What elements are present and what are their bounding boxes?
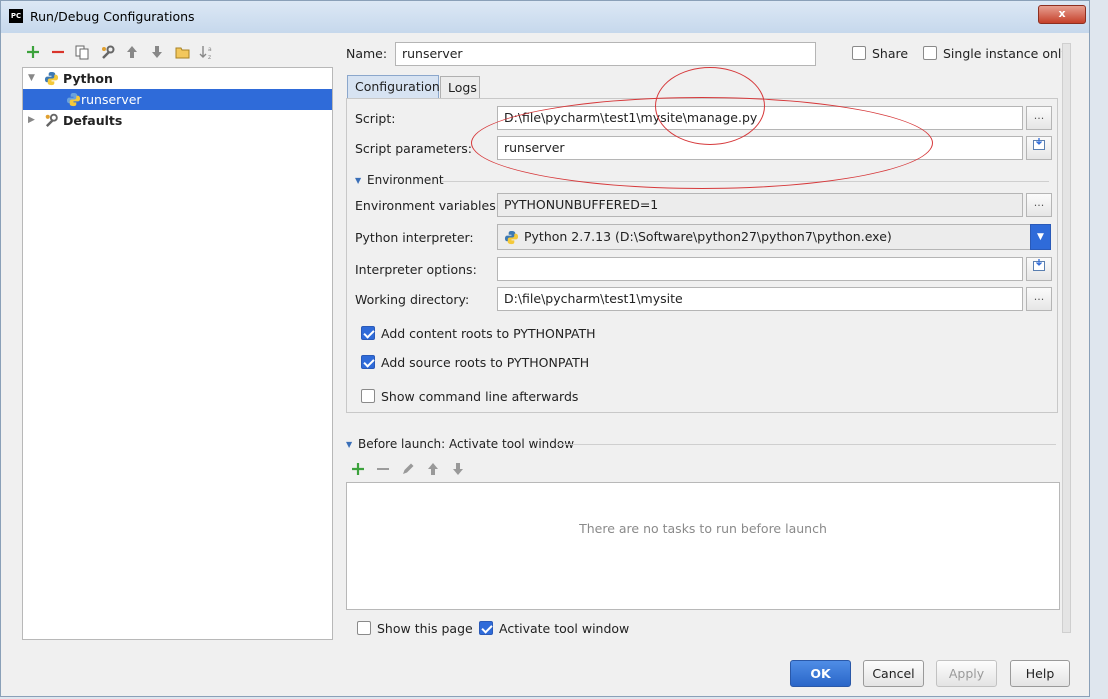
tree-node-runserver[interactable]: runserver — [23, 89, 332, 110]
move-up-icon[interactable] — [124, 44, 140, 60]
wrench-icon — [45, 113, 58, 127]
move-down-icon[interactable] — [149, 44, 165, 60]
section-divider — [441, 181, 1049, 182]
python-interpreter-label: Python interpreter: — [355, 230, 474, 245]
tree-node-label: runserver — [81, 92, 142, 107]
expand-params-button[interactable] — [1026, 136, 1052, 160]
remove-task-icon[interactable] — [375, 461, 391, 477]
add-source-roots-label: Add source roots to PYTHONPATH — [381, 355, 590, 370]
script-params-label: Script parameters: — [355, 141, 472, 156]
environment-collapse-icon[interactable]: ▼ — [355, 176, 361, 185]
add-icon[interactable] — [25, 44, 41, 60]
svg-text:a: a — [208, 46, 212, 53]
section-divider — [556, 444, 1056, 445]
collapse-arrow-icon[interactable]: ▶ — [28, 110, 35, 131]
sort-az-icon[interactable]: az — [199, 44, 215, 60]
single-instance-label: Single instance only — [943, 46, 1069, 61]
cancel-button[interactable]: Cancel — [863, 660, 924, 687]
wrench-icon[interactable] — [99, 44, 115, 60]
move-task-up-icon[interactable] — [425, 461, 441, 477]
name-label: Name: — [346, 46, 388, 61]
ok-button[interactable]: OK — [790, 660, 851, 687]
add-content-roots-label: Add content roots to PYTHONPATH — [381, 326, 596, 341]
run-debug-dialog: PC Run/Debug Configurations x az ▼ Pytho… — [0, 0, 1090, 697]
show-command-line-label: Show command line afterwards — [381, 389, 579, 404]
title-bar: PC Run/Debug Configurations x — [1, 1, 1089, 33]
python-run-icon — [66, 92, 81, 107]
env-vars-label: Environment variables: — [355, 198, 500, 213]
close-window-button[interactable]: x — [1038, 5, 1086, 24]
svg-text:z: z — [208, 54, 211, 60]
expand-field-icon — [1033, 259, 1045, 271]
working-directory-input[interactable]: D:\file\pycharm\test1\mysite — [497, 287, 1023, 311]
add-task-icon[interactable] — [350, 461, 366, 477]
before-launch-task-list[interactable]: There are no tasks to run before launch — [346, 482, 1060, 610]
tree-node-label: Defaults — [63, 113, 123, 128]
python-interpreter-value: Python 2.7.13 (D:\Software\python27\pyth… — [524, 229, 892, 244]
apply-button[interactable]: Apply — [936, 660, 997, 687]
share-checkbox[interactable] — [852, 46, 866, 60]
window-title: Run/Debug Configurations — [30, 9, 195, 24]
move-task-down-icon[interactable] — [450, 461, 466, 477]
expand-arrow-icon[interactable]: ▼ — [28, 68, 35, 89]
tree-node-defaults[interactable]: ▶ Defaults — [23, 110, 332, 131]
env-vars-input[interactable]: PYTHONUNBUFFERED=1 — [497, 193, 1023, 217]
chevron-down-icon[interactable]: ▼ — [1030, 224, 1051, 250]
tab-logs[interactable]: Logs — [440, 76, 480, 98]
help-button[interactable]: Help — [1010, 660, 1070, 687]
remove-icon[interactable] — [50, 44, 66, 60]
tab-configuration[interactable]: Configuration — [347, 75, 440, 98]
expand-options-button[interactable] — [1026, 257, 1052, 281]
script-params-input[interactable]: runserver — [497, 136, 1023, 160]
script-input[interactable]: D:\file\pycharm\test1\mysite\manage.py — [497, 106, 1023, 130]
before-launch-collapse-icon[interactable]: ▼ — [346, 440, 352, 449]
add-source-roots-checkbox[interactable] — [361, 355, 375, 369]
configuration-tree: ▼ Python runserver ▶ Defaults — [22, 67, 333, 640]
name-input[interactable]: runserver — [395, 42, 816, 66]
single-instance-checkbox[interactable] — [923, 46, 937, 60]
expand-field-icon — [1033, 138, 1045, 150]
env-vars-browse-button[interactable]: ... — [1026, 193, 1052, 217]
interpreter-options-label: Interpreter options: — [355, 262, 477, 277]
python-icon — [44, 71, 59, 86]
script-browse-button[interactable]: ... — [1026, 106, 1052, 130]
share-label: Share — [872, 46, 909, 61]
working-directory-browse-button[interactable]: ... — [1026, 287, 1052, 311]
vertical-scrollbar[interactable] — [1062, 43, 1071, 633]
empty-tasks-message: There are no tasks to run before launch — [579, 521, 827, 536]
tree-node-label: Python — [63, 71, 113, 86]
before-launch-title: Before launch: Activate tool window — [358, 437, 575, 451]
copy-icon[interactable] — [74, 44, 90, 60]
activate-tool-window-checkbox[interactable] — [479, 621, 493, 635]
python-icon — [504, 230, 519, 245]
show-command-line-checkbox[interactable] — [361, 389, 375, 403]
add-content-roots-checkbox[interactable] — [361, 326, 375, 340]
script-label: Script: — [355, 111, 396, 126]
activate-tool-window-label: Activate tool window — [499, 621, 630, 636]
show-this-page-checkbox[interactable] — [357, 621, 371, 635]
interpreter-options-input[interactable] — [497, 257, 1023, 281]
show-this-page-label: Show this page — [377, 621, 473, 636]
working-directory-label: Working directory: — [355, 292, 470, 307]
environment-section-title: Environment — [367, 173, 444, 187]
edit-task-icon[interactable] — [400, 461, 416, 477]
python-interpreter-select[interactable]: Python 2.7.13 (D:\Software\python27\pyth… — [497, 224, 1031, 250]
folder-icon[interactable] — [174, 44, 190, 60]
tree-node-python[interactable]: ▼ Python — [23, 68, 332, 89]
pycharm-logo-icon: PC — [9, 9, 23, 23]
